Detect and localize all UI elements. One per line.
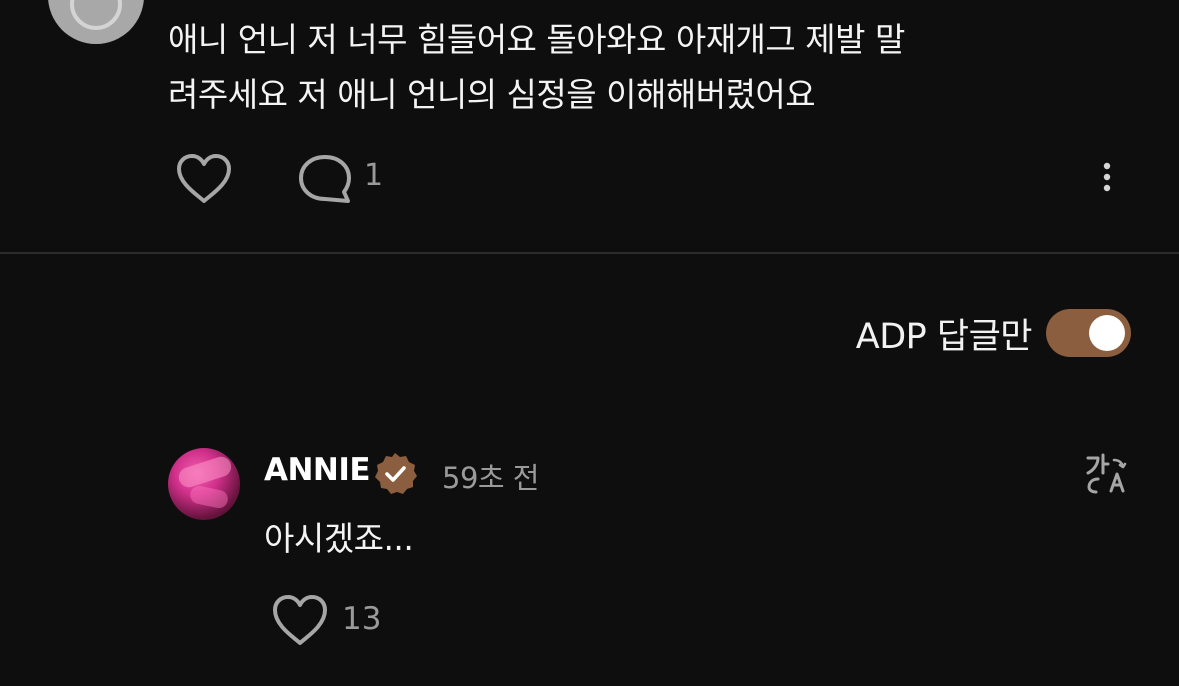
comment-text: 애니 언니 저 너무 힘들어요 돌아와요 아재개그 제발 말 려주세요 저 애니… [168, 12, 1068, 122]
adp-replies-toggle[interactable] [1046, 309, 1131, 357]
like-count: 13 [342, 601, 382, 637]
avatar[interactable] [168, 448, 240, 520]
comment-actions: 1 [0, 150, 1179, 206]
avatar-logo [70, 0, 122, 30]
like-button[interactable] [174, 152, 234, 206]
reply-button[interactable] [296, 152, 354, 206]
verified-badge [372, 451, 418, 497]
reply-text: 아시겠죠... [264, 519, 414, 558]
comment-text-line: 려주세요 저 애니 언니의 심정을 이해해버렸어요 [168, 75, 816, 114]
more-vertical-icon [1103, 162, 1111, 192]
toggle-knob [1089, 315, 1125, 351]
avatar[interactable] [48, 0, 144, 44]
timestamp: 59초 전 [442, 461, 539, 495]
reply-count: 1 [364, 158, 384, 193]
like-button[interactable] [270, 592, 330, 648]
verified-badge-icon [375, 453, 417, 494]
username[interactable]: ANNIE [264, 452, 371, 488]
heart-icon [273, 595, 327, 645]
translate-icon [1086, 453, 1127, 494]
translate-button[interactable] [1084, 452, 1128, 494]
heart-icon [177, 154, 231, 203]
comment-text-line: 애니 언니 저 너무 힘들어요 돌아와요 아재개그 제발 말 [168, 20, 905, 59]
filter-label: ADP 답글만 [855, 317, 1033, 357]
more-options-button[interactable] [1090, 158, 1124, 198]
divider [0, 252, 1179, 254]
speech-bubble-icon [299, 155, 351, 203]
